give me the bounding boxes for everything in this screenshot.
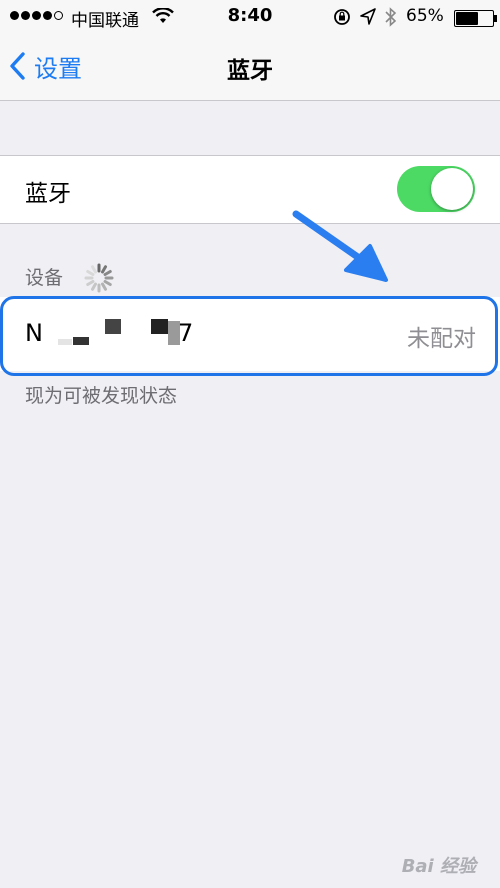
device-name-suffix: 7 bbox=[178, 319, 194, 347]
loading-spinner-icon bbox=[84, 263, 114, 293]
bluetooth-toggle-cell: 蓝牙 bbox=[0, 155, 500, 224]
status-bar: 中国联通 8:40 65% bbox=[0, 0, 500, 34]
location-icon bbox=[360, 8, 376, 25]
bluetooth-status-icon bbox=[385, 7, 397, 27]
rotation-lock-icon bbox=[334, 9, 350, 25]
annotation-arrow-icon bbox=[292, 210, 388, 282]
device-name-prefix: N bbox=[25, 319, 43, 347]
devices-section-header: 设备 bbox=[25, 267, 64, 289]
device-row[interactable]: N 7 未配对 bbox=[0, 297, 500, 371]
battery-percent: 65% bbox=[406, 6, 444, 26]
redacted-block bbox=[151, 319, 168, 334]
toggle-knob bbox=[431, 168, 473, 210]
bluetooth-toggle[interactable] bbox=[397, 166, 475, 212]
watermark-logo: Bai 经验 bbox=[401, 856, 476, 877]
redacted-block bbox=[105, 319, 121, 334]
redacted-block bbox=[73, 337, 89, 345]
discoverable-status-text: 现为可被发现状态 bbox=[25, 385, 178, 407]
battery-icon bbox=[454, 10, 497, 27]
bluetooth-label: 蓝牙 bbox=[25, 181, 71, 207]
device-pair-status: 未配对 bbox=[407, 326, 476, 352]
navigation-bar: 设置 蓝牙 bbox=[0, 34, 500, 101]
redacted-block bbox=[58, 339, 72, 345]
page-title: 蓝牙 bbox=[227, 58, 273, 84]
